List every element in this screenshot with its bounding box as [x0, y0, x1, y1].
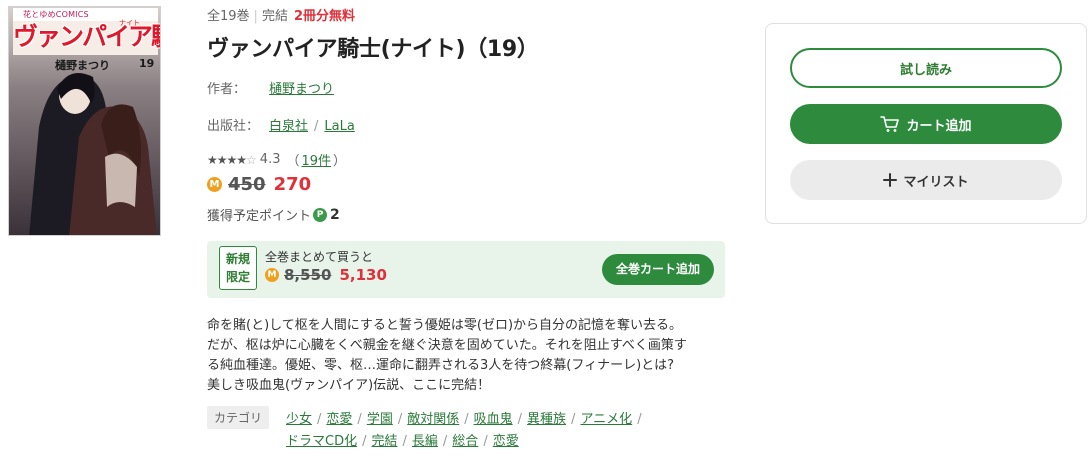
total-volumes: 全19巻 [207, 9, 250, 24]
category-link[interactable]: 異種族 [527, 412, 566, 427]
points-row: 獲得予定ポイント P 2 [207, 205, 340, 225]
publisher-row: 出版社： 白泉社 / LaLa [207, 115, 355, 134]
synopsis-line: る純血種達。優姫、零、枢…運命に翻弄される3人を待つ終幕(フィナーレ)とは? [207, 358, 675, 373]
bundle-original-price: 8,550 [284, 266, 332, 284]
original-price: 450 [228, 174, 266, 195]
author-link[interactable]: 樋野まつり [269, 82, 334, 97]
add-to-mylist-button[interactable]: マイリスト [790, 160, 1062, 200]
category-link[interactable]: 少女 [286, 412, 312, 427]
review-count-link[interactable]: 19件 [302, 150, 332, 169]
page-title: ヴァンパイア騎士(ナイト)（19） [207, 37, 539, 62]
add-all-to-cart-button[interactable]: 全巻カート追加 [602, 254, 714, 285]
category-label: カテゴリ [207, 406, 270, 429]
category-link[interactable]: 恋愛 [326, 412, 352, 427]
category-link[interactable]: 吸血鬼 [474, 412, 513, 427]
mylist-label: マイリスト [903, 174, 969, 190]
category-link[interactable]: 完結 [371, 434, 397, 449]
category-link[interactable]: 長編 [412, 434, 438, 449]
new-limited-badge: 新規 限定 [219, 246, 257, 290]
price-row: M 450 270 [207, 174, 311, 195]
cart-icon [880, 115, 900, 133]
category-link[interactable]: 恋愛 [493, 434, 519, 449]
bundle-price-row: M 8,550 5,130 [265, 266, 387, 284]
cover-volume-number: 19 [139, 57, 155, 70]
point-p-icon: P [313, 207, 328, 222]
category-link[interactable]: 学園 [367, 412, 393, 427]
plus-icon [883, 173, 898, 187]
synopsis-line: 美しき吸血鬼(ヴァンパイア)伝説、ここに完結！ [207, 378, 491, 393]
publisher-label: 出版社： [207, 119, 260, 134]
author-label: 作者： [207, 82, 247, 97]
category-list: 少女 / 恋愛 / 学園 / 敵対関係 / 吸血鬼 / 異種族 / アニメ化 / ドラマCD化 / 完結 / 長編 /… [286, 412, 642, 449]
coin-m-icon: M [207, 177, 222, 192]
rating-row: ★★★★☆ 4.3 （19件） [207, 150, 346, 169]
bundle-description: 全巻まとめて買うと [265, 250, 374, 264]
trial-read-button[interactable]: 試し読み [790, 48, 1062, 88]
series-status: 完結 [261, 9, 288, 24]
author-row: 作者： 樋野まつり [207, 78, 334, 97]
bundle-offer: 新規 限定 全巻まとめて買うと M 8,550 5,130 全巻カート追加 [207, 241, 725, 298]
cover-title-art: ヴァンパイア騎士 [13, 22, 160, 51]
badge-line-2: 限定 [225, 270, 250, 284]
badge-line-1: 新規 [225, 252, 250, 266]
category-link[interactable]: アニメ化 [580, 412, 632, 427]
star-rating-icon: ★★★★☆ [207, 152, 257, 167]
category-link[interactable]: ドラマCD化 [286, 434, 357, 449]
sale-price: 270 [273, 174, 312, 195]
synopsis-line: だが、枢は炉に心臓をくべ親金を継ぐ決意を固めていた。それを阻止すべく画策す [207, 338, 687, 353]
category-link[interactable]: 総合 [452, 434, 478, 449]
cover-author-art: 樋野まつり [55, 59, 110, 72]
synopsis-line: 命を賭(と)して枢を人間にすると誓う優姫は零(ゼロ)から自分の記憶を奪い去る。 [207, 318, 683, 333]
bundle-sale-price: 5,130 [339, 266, 387, 284]
rating-value: 4.3 [259, 152, 281, 167]
add-to-cart-button[interactable]: カート追加 [790, 104, 1062, 144]
label-link[interactable]: LaLa [324, 119, 354, 134]
free-volumes-badge: 2冊分無料 [293, 9, 355, 24]
purchase-panel: 試し読み カート追加 マイリスト [765, 23, 1087, 224]
points-label: 獲得予定ポイント [207, 209, 312, 224]
series-meta: 全19巻 | 完結 2冊分無料 [207, 5, 355, 24]
category-link[interactable]: 敵対関係 [407, 412, 459, 427]
book-cover-image[interactable]: 花とゆめCOMICS ナイト ヴァンパイア騎士 樋野まつり 19 [8, 6, 161, 236]
add-to-cart-label: カート追加 [906, 118, 972, 134]
coin-m-icon: M [265, 268, 279, 282]
points-value: 2 [330, 206, 340, 223]
divider: | [253, 9, 258, 24]
separator: / [314, 119, 319, 134]
publisher-link[interactable]: 白泉社 [269, 119, 308, 134]
trial-read-label: 試し読み [899, 62, 952, 78]
review-close-paren: ） [333, 154, 347, 169]
review-open-paren: （ [286, 154, 300, 169]
synopsis: 命を賭(と)して枢を人間にすると誓う優姫は零(ゼロ)から自分の記憶を奪い去る。 … [207, 316, 727, 396]
